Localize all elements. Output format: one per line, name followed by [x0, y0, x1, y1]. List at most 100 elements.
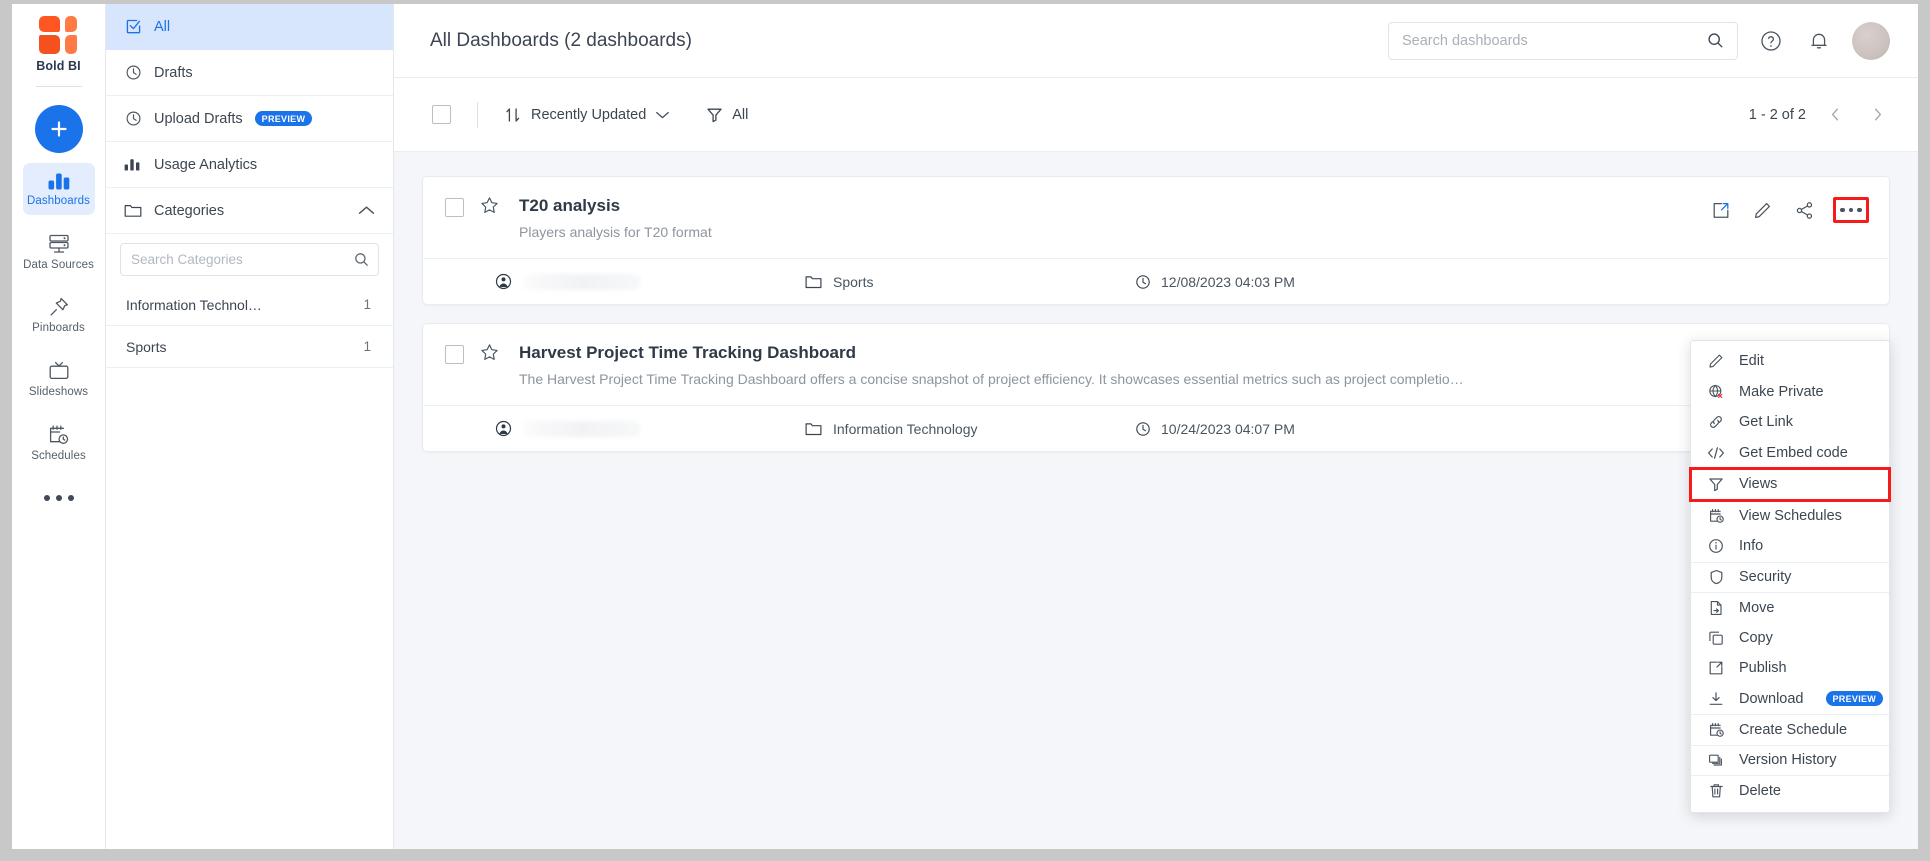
bar-chart-icon — [124, 156, 142, 174]
filter-item-label: All — [154, 19, 170, 35]
bold-bi-logo-icon — [39, 16, 77, 54]
card-meta: Sports 12/08/2023 04:03 PM — [423, 258, 1889, 304]
version-history-icon — [1707, 751, 1725, 769]
help-circle-icon — [1759, 29, 1783, 53]
favorite-star-icon[interactable] — [480, 343, 499, 362]
sidebar-item-slideshows[interactable]: Slideshows — [23, 352, 95, 406]
category-item[interactable]: Sports 1 — [106, 326, 393, 368]
menu-item-copy[interactable]: Copy — [1691, 623, 1889, 654]
menu-item-label: Version History — [1739, 752, 1837, 768]
main-area: All Dashboards (2 dashboards) — [394, 4, 1918, 849]
info-icon — [1707, 537, 1725, 555]
category-count: 1 — [363, 339, 371, 354]
menu-item-views[interactable]: Views — [1691, 469, 1889, 500]
calendar-clock-icon — [47, 424, 70, 446]
calendar-clock-icon — [1707, 721, 1725, 739]
edit-icon[interactable] — [1749, 197, 1775, 223]
category-item[interactable]: Information Technol… 1 — [106, 284, 393, 326]
filter-icon — [706, 106, 723, 123]
menu-item-version-history[interactable]: Version History — [1691, 745, 1889, 776]
globe-private-icon — [1707, 383, 1725, 401]
database-icon — [47, 233, 71, 255]
card-select-checkbox[interactable] — [445, 198, 464, 217]
bar-chart-icon — [48, 171, 70, 191]
search-dashboards-input[interactable] — [1402, 33, 1699, 49]
clock-icon — [1135, 421, 1151, 437]
categories-panel: All Drafts Upload Drafts PREVIEW — [106, 4, 394, 849]
menu-item-security[interactable]: Security — [1691, 562, 1889, 593]
move-file-icon — [1707, 599, 1725, 617]
menu-item-label: Get Link — [1739, 414, 1793, 430]
menu-item-label: Move — [1739, 600, 1774, 616]
folder-icon — [805, 275, 822, 289]
filter-dropdown[interactable]: All — [706, 106, 748, 123]
menu-item-get-embed-code[interactable]: Get Embed code — [1691, 438, 1889, 469]
open-external-icon[interactable] — [1707, 197, 1733, 223]
search-icon — [354, 252, 369, 267]
card-text: T20 analysis Players analysis for T20 fo… — [519, 195, 1689, 242]
help-button[interactable] — [1756, 26, 1786, 56]
brand-logo[interactable]: Bold BI — [36, 16, 80, 73]
sidebar-item-schedules[interactable]: Schedules — [23, 416, 95, 470]
menu-item-label: Create Schedule — [1739, 722, 1847, 738]
card-date: 10/24/2023 04:07 PM — [1135, 421, 1295, 437]
filter-item-all[interactable]: All — [106, 4, 393, 50]
filter-item-upload-drafts[interactable]: Upload Drafts PREVIEW — [106, 96, 393, 142]
filter-label: All — [732, 107, 748, 123]
user-icon — [495, 273, 512, 290]
filter-item-label: Usage Analytics — [154, 157, 257, 173]
menu-item-label: Copy — [1739, 630, 1773, 646]
avatar[interactable] — [1852, 22, 1890, 60]
search-categories-input[interactable] — [131, 252, 348, 267]
menu-item-download[interactable]: Download PREVIEW — [1691, 684, 1889, 715]
menu-item-view-schedules[interactable]: View Schedules — [1691, 501, 1889, 532]
sidebar-item-pinboards[interactable]: Pinboards — [23, 288, 95, 342]
more-nav-button[interactable] — [44, 495, 74, 501]
menu-item-edit[interactable]: Edit — [1691, 346, 1889, 377]
top-header-bar: All Dashboards (2 dashboards) — [394, 4, 1918, 78]
categories-group-toggle[interactable]: Categories — [106, 188, 393, 234]
download-icon — [1707, 690, 1725, 708]
sort-label: Recently Updated — [531, 107, 646, 123]
clock-icon — [124, 64, 142, 82]
create-new-button[interactable] — [35, 105, 83, 153]
card-description: Players analysis for T20 format — [519, 223, 1689, 242]
edit-icon — [1707, 352, 1725, 370]
card-select-checkbox[interactable] — [445, 345, 464, 364]
menu-item-create-schedule[interactable]: Create Schedule — [1691, 714, 1889, 745]
card-owner-name — [523, 421, 641, 437]
share-icon[interactable] — [1791, 197, 1817, 223]
sidebar-item-dashboards[interactable]: Dashboards — [23, 163, 95, 215]
card-category-label: Sports — [833, 274, 873, 290]
menu-item-get-link[interactable]: Get Link — [1691, 407, 1889, 438]
dashboard-card[interactable]: Harvest Project Time Tracking Dashboard … — [422, 323, 1890, 452]
primary-nav-rail: Bold BI Dashboards Data Sou — [12, 4, 106, 849]
filter-item-drafts[interactable]: Drafts — [106, 50, 393, 96]
next-page-button[interactable] — [1864, 102, 1890, 128]
menu-item-label: Delete — [1739, 783, 1781, 799]
favorite-star-icon[interactable] — [480, 196, 499, 215]
filter-item-usage-analytics[interactable]: Usage Analytics — [106, 142, 393, 188]
more-actions-button[interactable] — [1833, 197, 1869, 223]
tv-icon — [47, 360, 71, 382]
notifications-button[interactable] — [1804, 26, 1834, 56]
sort-dropdown[interactable]: Recently Updated — [504, 106, 670, 124]
sidebar-item-label: Data Sources — [23, 259, 94, 272]
prev-page-button[interactable] — [1822, 102, 1848, 128]
menu-item-label: Publish — [1739, 660, 1787, 676]
menu-item-delete[interactable]: Delete — [1691, 775, 1889, 806]
menu-item-publish[interactable]: Publish — [1691, 653, 1889, 684]
search-dashboards-field[interactable] — [1388, 22, 1738, 60]
category-count: 1 — [363, 297, 371, 312]
sidebar-item-data-sources[interactable]: Data Sources — [23, 225, 95, 279]
dashboard-card[interactable]: T20 analysis Players analysis for T20 fo… — [422, 176, 1890, 305]
card-header: T20 analysis Players analysis for T20 fo… — [423, 177, 1889, 258]
search-categories-field[interactable] — [120, 243, 379, 276]
card-date-label: 10/24/2023 04:07 PM — [1161, 421, 1295, 437]
menu-item-move[interactable]: Move — [1691, 592, 1889, 623]
sort-icon — [504, 106, 522, 124]
menu-item-info[interactable]: Info — [1691, 531, 1889, 562]
list-toolbar: Recently Updated All 1 - 2 of 2 — [394, 78, 1918, 152]
select-all-checkbox[interactable] — [432, 105, 451, 124]
menu-item-make-private[interactable]: Make Private — [1691, 377, 1889, 408]
